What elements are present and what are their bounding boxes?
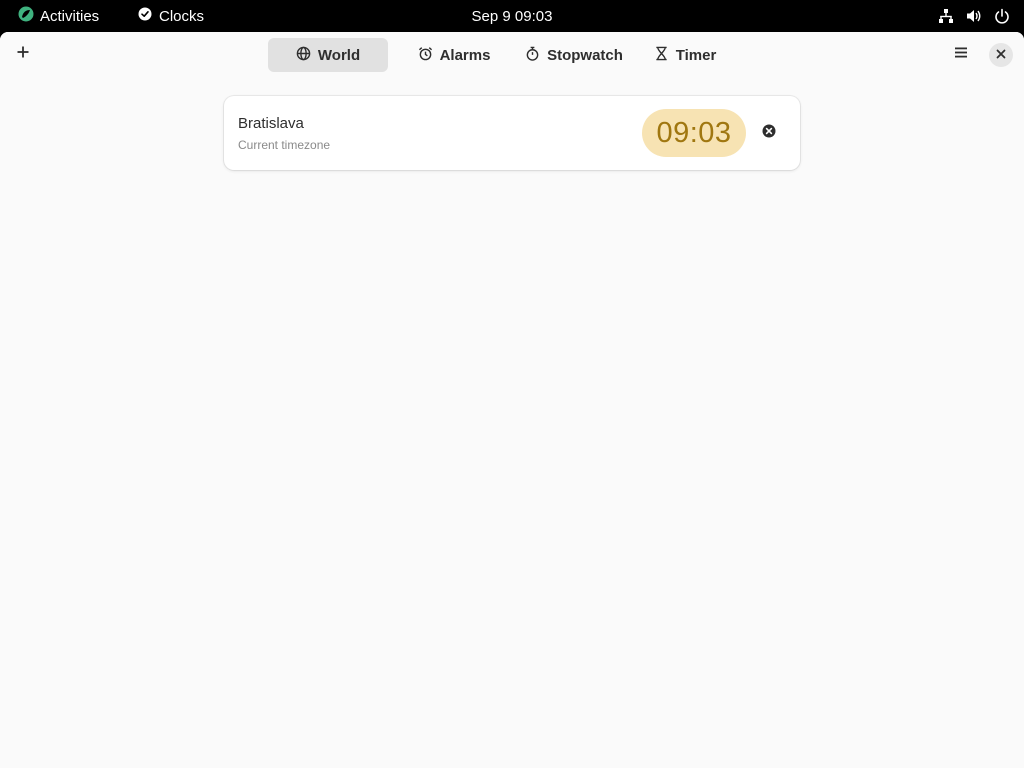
header-bar: World Alarms Stopwatch Timer bbox=[0, 32, 1024, 78]
view-switcher: World Alarms Stopwatch Timer bbox=[268, 38, 728, 72]
close-icon bbox=[996, 46, 1006, 64]
globe-icon bbox=[296, 46, 311, 65]
tab-timer[interactable]: Timer bbox=[642, 38, 728, 72]
distro-logo-icon bbox=[18, 6, 34, 26]
window-close-button[interactable] bbox=[989, 43, 1013, 67]
hourglass-icon bbox=[654, 46, 669, 65]
tab-stopwatch[interactable]: Stopwatch bbox=[514, 38, 634, 72]
tab-alarms[interactable]: Alarms bbox=[394, 38, 514, 72]
app-menu-button[interactable]: Clocks bbox=[132, 0, 210, 32]
tab-timer-label: Timer bbox=[675, 46, 717, 64]
stopwatch-icon bbox=[525, 46, 540, 65]
system-status-menu[interactable] bbox=[938, 0, 1010, 32]
clocks-app-icon bbox=[138, 7, 152, 25]
tab-world-label: World bbox=[317, 46, 361, 64]
activities-label: Activities bbox=[40, 7, 100, 25]
network-icon[interactable] bbox=[938, 8, 954, 24]
clocks-window: World Alarms Stopwatch Timer Bratislava … bbox=[0, 32, 1024, 768]
clock-time-badge: 09:03 bbox=[642, 109, 746, 157]
main-menu-button[interactable] bbox=[946, 39, 976, 69]
tab-stopwatch-label: Stopwatch bbox=[547, 46, 623, 64]
activities-button[interactable]: Activities bbox=[12, 0, 105, 32]
city-name: Bratislava bbox=[238, 115, 304, 132]
datetime-button[interactable]: Sep 9 09:03 bbox=[472, 8, 553, 25]
remove-clock-button[interactable] bbox=[761, 124, 777, 143]
power-icon[interactable] bbox=[994, 8, 1010, 24]
timezone-subtitle: Current timezone bbox=[238, 138, 331, 152]
world-clock-row[interactable]: Bratislava Current timezone 09:03 bbox=[224, 96, 800, 170]
plus-icon bbox=[17, 45, 29, 63]
add-world-clock-button[interactable] bbox=[8, 39, 38, 69]
volume-icon[interactable] bbox=[966, 8, 982, 24]
tab-alarms-label: Alarms bbox=[439, 46, 491, 64]
alarm-clock-icon bbox=[418, 46, 433, 65]
top-panel: Activities Clocks Sep 9 09:03 bbox=[0, 0, 1024, 32]
remove-circle-icon bbox=[762, 124, 776, 143]
tab-world[interactable]: World bbox=[268, 38, 388, 72]
app-name-label: Clocks bbox=[159, 7, 205, 25]
hamburger-menu-icon bbox=[955, 45, 967, 63]
